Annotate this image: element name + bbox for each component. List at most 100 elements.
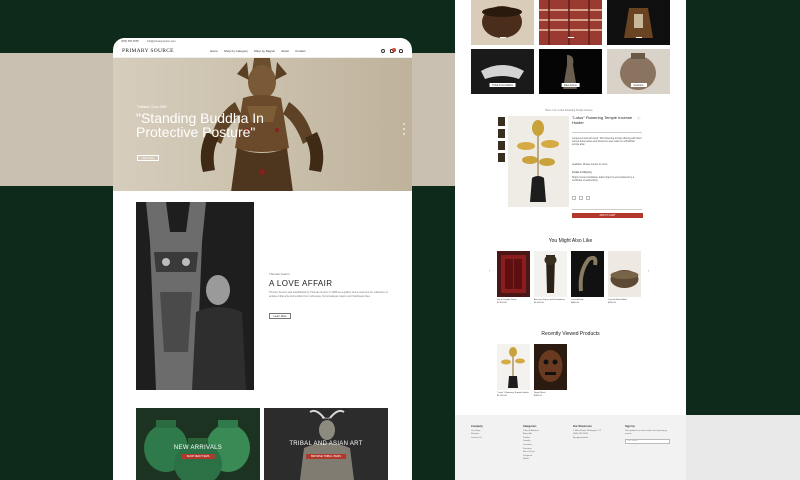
wood-bowl-image (610, 270, 639, 288)
learn-more-button[interactable]: Learn More (269, 313, 291, 319)
shop-new-button[interactable]: SHOP NEW ITEMS (181, 454, 215, 459)
hero-subtitle: Thailand, Circa 1800 (137, 105, 167, 109)
details-heading[interactable]: Details & Shipping (572, 171, 592, 174)
product-main-image[interactable] (508, 116, 569, 207)
cart-count-badge: 0 (392, 48, 396, 52)
cart-icon[interactable]: 0 (390, 48, 396, 53)
gallery-label: Tribal Art & Artifacts (489, 83, 516, 87)
carved-hook-image (578, 255, 598, 292)
signup-text: Get updates on new arrivals and upcoming… (625, 429, 667, 436)
recent-lotus-image (501, 347, 525, 388)
gallery-item-bowl[interactable] (471, 0, 534, 45)
newsletter-email-input[interactable]: Your Email (625, 438, 670, 444)
breadcrumb[interactable]: Home / Art / Lotus Flowering Temple Ince… (545, 109, 593, 112)
nav-item-contact[interactable]: Contact (295, 49, 305, 53)
browse-tribal-button[interactable]: BROWSE TRIBAL ITEMS (306, 454, 346, 459)
nav-menu: Home Shop by Category Shop by Region Abo… (210, 49, 306, 53)
add-to-cart-button[interactable]: ADD TO CART (572, 213, 643, 218)
founder-image (136, 202, 254, 390)
footer-col-showroom: Our Showroom 1 Main Street, Burlington, … (573, 425, 615, 440)
nav-item-category[interactable]: Shop by Category (224, 49, 248, 53)
ancestor-figure-image (544, 255, 557, 293)
details-text: Ships insured worldwide. Each object is … (572, 176, 635, 183)
homepage-mockup: (555) 555-5555 info@primarysource.com PR… (113, 38, 412, 480)
arrow-right-icon[interactable]: › (648, 268, 649, 273)
recent-item-2[interactable] (534, 344, 567, 390)
footer-link[interactable]: Masks (523, 458, 539, 462)
bowl-image (482, 6, 522, 38)
gallery-item-rare[interactable]: Rare & Fine (539, 49, 602, 94)
thumbnail-4[interactable] (498, 153, 505, 162)
recommended-item-3[interactable] (571, 251, 604, 297)
recent-item-name: "Lotus" Flowering Temple Holder $1,250.00 (497, 392, 529, 397)
thumbnail-1[interactable] (498, 117, 505, 126)
founder-photo (136, 202, 254, 390)
hero-slider-dots[interactable] (403, 123, 405, 135)
hero-title: "Standing Buddha In Protective Posture" (136, 110, 264, 140)
brand-logo[interactable]: PRIMARY SOURCE (122, 48, 174, 54)
nav-item-home[interactable]: Home (210, 49, 218, 53)
tribal-art-image (471, 49, 534, 94)
gallery-item-ceramics[interactable]: Ceramics (607, 49, 670, 94)
green-jars-image (136, 408, 260, 480)
you-might-like-title: You Might Also Like (548, 238, 593, 244)
recommended-item-1[interactable] (497, 251, 530, 297)
top-bar: (555) 555-5555 info@primarysource.com (113, 38, 412, 45)
gallery-item-frame[interactable] (607, 0, 670, 45)
recently-viewed-title: Recently Viewed Products (541, 331, 600, 337)
story-text: Primary Source was established by Thomas… (269, 291, 388, 298)
tribal-art-tile[interactable]: Shop TRIBAL AND ASIAN ART BROWSE TRIBAL … (264, 408, 388, 480)
thumbnail-2[interactable] (498, 129, 505, 138)
search-icon[interactable] (381, 49, 385, 53)
nav-item-about[interactable]: About (281, 49, 289, 53)
lotus-holder-image (508, 116, 569, 207)
story-tag: Thomas Guerin (269, 272, 290, 276)
recommended-item-name: Carved Wood Bowl $420.00 (608, 299, 627, 304)
recommended-item-name: Carved Hook $650.00 (571, 299, 584, 304)
footer-col-signup: Sign Up Get updates on new arrivals and … (625, 425, 673, 444)
category-gallery: Tribal Art & Artifacts Rare & Fine Ceram… (471, 0, 670, 94)
right-background-band (686, 415, 800, 480)
tribal-kicker: Shop (321, 416, 331, 420)
topbar-email[interactable]: info@primarysource.com (147, 40, 176, 43)
gallery-label (635, 37, 642, 38)
gallery-item-textile[interactable] (539, 0, 602, 45)
footer-hours: By appointment (573, 436, 589, 439)
topbar-phone[interactable]: (555) 555-5555 (121, 40, 139, 43)
recent-item-name: Nepal Mask $900.00 (534, 392, 546, 397)
gallery-label (499, 37, 506, 38)
product-description: Lacquered and gilt wood. This flowering … (572, 137, 642, 147)
product-thumbnails (498, 117, 505, 162)
recommended-item-name: Ancestor Figure with Headdress $1,800.00 (534, 299, 566, 304)
hero-shop-button[interactable]: Shop Now (137, 155, 159, 161)
story-title: A LOVE AFFAIR (269, 279, 333, 288)
rare-fine-image (539, 49, 602, 94)
arrow-left-icon[interactable]: ‹ (489, 268, 490, 273)
gallery-item-tribal[interactable]: Tribal Art & Artifacts (471, 49, 534, 94)
new-arrivals-tile[interactable]: NEW ARRIVALS SHOP NEW ITEMS (136, 408, 260, 480)
recent-item-1[interactable] (497, 344, 530, 390)
new-arrivals-title: NEW ARRIVALS (173, 445, 223, 451)
tribal-title: TRIBAL AND ASIAN ART (289, 441, 363, 447)
footer-link[interactable]: Contact Us (471, 437, 483, 441)
recommended-item-2[interactable] (534, 251, 567, 297)
product-page-mockup: Tribal Art & Artifacts Rare & Fine Ceram… (455, 0, 686, 480)
footer-col-categories: Categories Tribal & Artifacts Asian Art … (523, 425, 539, 462)
product-title: "Lotus" Flowering Temple Incense Holder (572, 115, 633, 125)
user-icon[interactable] (399, 49, 403, 53)
hero-banner: Thailand, Circa 1800 "Standing Buddha In… (113, 58, 412, 191)
footer-col-company: Company Our Story Reviews Contact Us (471, 425, 483, 441)
main-nav: PRIMARY SOURCE Home Shop by Category Sho… (113, 45, 412, 58)
heart-icon[interactable]: ♡ (637, 116, 641, 121)
temple-doors-image (501, 255, 526, 293)
recommended-item-4[interactable] (608, 251, 641, 297)
divider (572, 132, 642, 133)
gallery-label: Rare & Fine (561, 83, 580, 87)
recommended-item-name: Set of Temple Doors $2,400.00 (497, 299, 517, 304)
product-price-note: Available. Please inquire for price. (572, 163, 609, 166)
ceramics-image (620, 53, 656, 90)
recent-mask-image (538, 350, 563, 382)
thumbnail-3[interactable] (498, 141, 505, 150)
nav-item-region[interactable]: Shop by Region (254, 49, 275, 53)
quantity-stepper[interactable] (572, 196, 590, 200)
